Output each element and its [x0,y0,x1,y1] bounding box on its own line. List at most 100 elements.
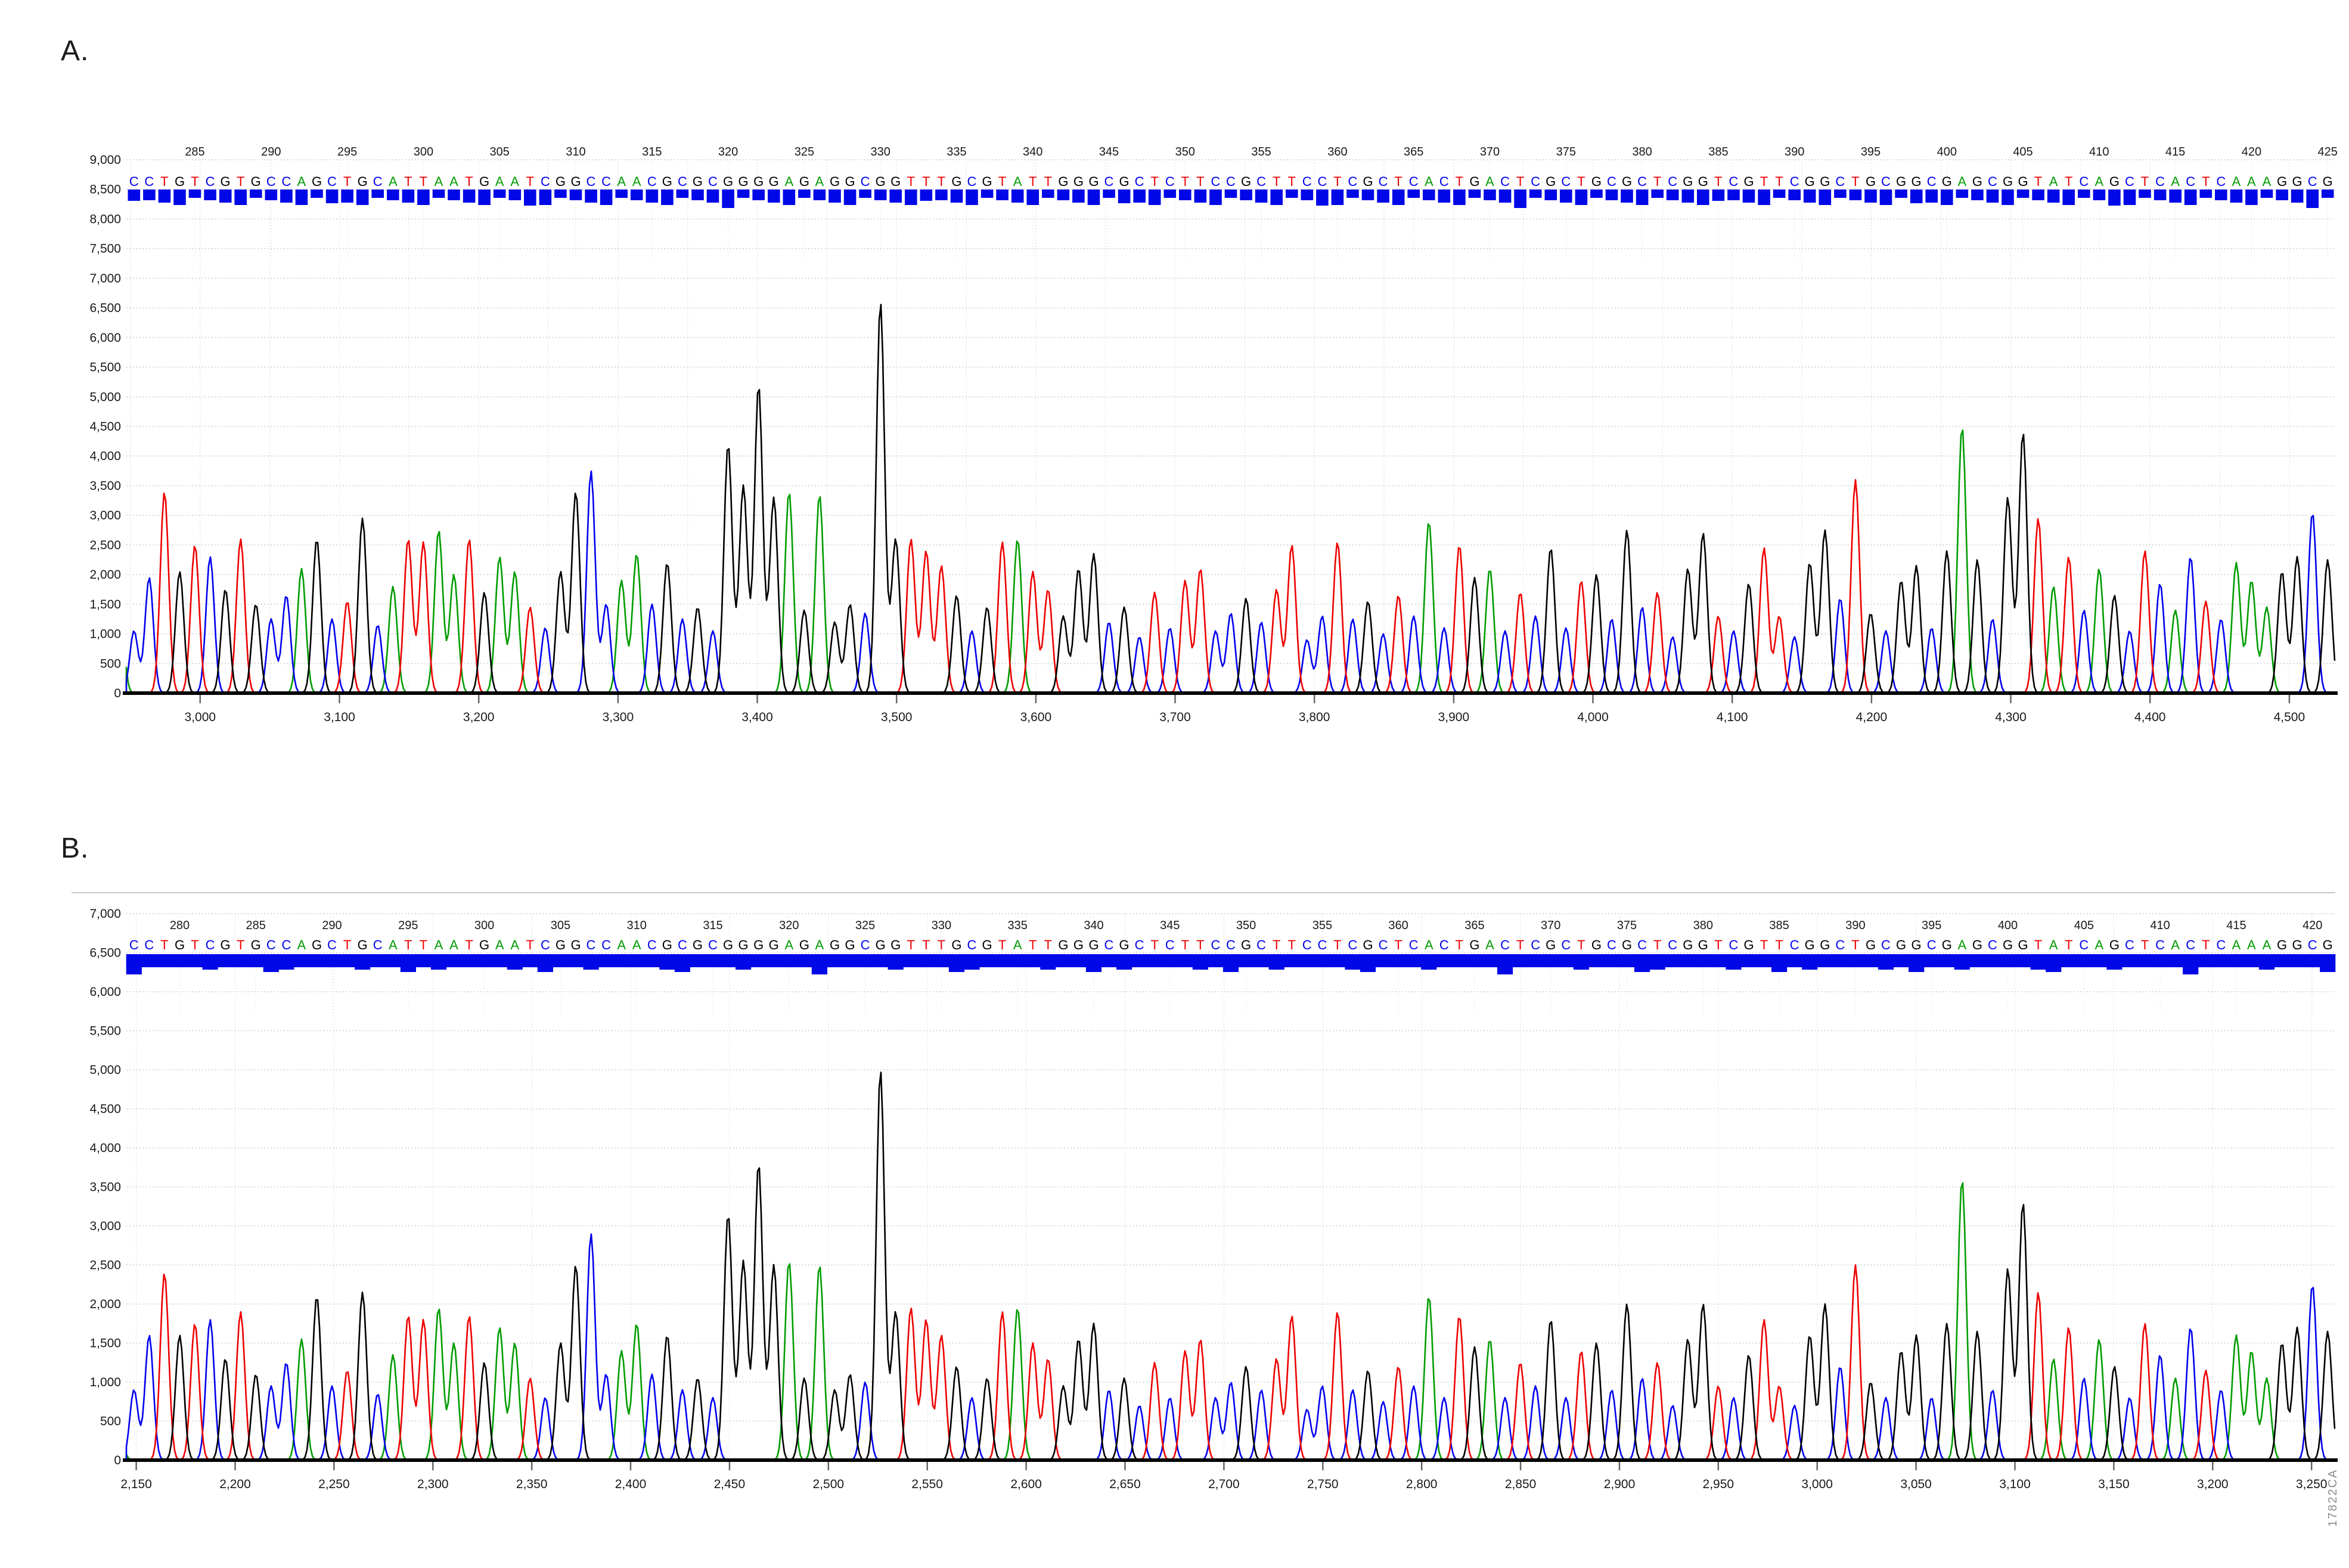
quality-bar [2032,190,2044,200]
quality-bar [600,190,613,205]
y-tick-label: 0 [114,1454,121,1467]
quality-bar [1253,954,1269,967]
base-call-letter: C [708,174,718,189]
quality-bar [1118,190,1131,203]
quality-bar [631,190,643,200]
base-call-letter: G [1622,174,1632,189]
base-call-letter: T [1577,174,1585,189]
base-call-letter: C [861,937,870,952]
x-tick-label: 2,750 [1307,1477,1339,1491]
quality-bar [1727,190,1740,200]
ruler-label: 325 [795,145,814,159]
quality-bar [1451,954,1467,967]
quality-bar [1543,954,1559,967]
base-call-letter: T [237,937,244,952]
base-call-letter: G [982,174,992,189]
ruler-label: 420 [2242,145,2261,159]
base-call-letter: C [1165,937,1175,952]
quality-bar [1621,190,1633,203]
base-call-letter: T [1150,937,1158,952]
quality-bar [1376,954,1391,967]
quality-bar [1208,954,1223,967]
quality-bar [1588,954,1604,967]
quality-bar [1834,190,1847,198]
base-call-letter: A [2171,174,2180,189]
quality-bar [1985,954,2000,967]
base-call-letter: A [1013,174,1022,189]
base-call-letter: G [358,937,368,952]
quality-bar [522,954,538,967]
y-tick-label: 5,000 [89,1063,121,1077]
quality-bar [204,190,216,200]
quality-bar [248,954,263,967]
ruler-label: 305 [490,145,510,159]
base-call-letter: T [1287,174,1295,189]
y-tick-label: 3,000 [89,1219,121,1233]
x-axis-baseline [123,691,2338,695]
ruler-label: 360 [1388,919,1408,932]
quality-bar [1634,954,1650,972]
quality-bar [2289,954,2305,967]
base-call-letter: G [570,937,581,952]
quality-bar [128,190,141,201]
quality-bar [2106,954,2122,970]
quality-bar [1436,954,1452,967]
quality-bar [766,954,781,967]
base-call-letter: G [1363,174,1373,189]
quality-bar [1817,954,1833,967]
quality-bar [2076,954,2092,967]
x-tick-label: 3,100 [324,710,355,724]
base-call-letter: C [1561,174,1571,189]
quality-bar [966,190,978,205]
base-call-letter: T [237,174,244,189]
base-call-letter: C [1668,174,1677,189]
base-call-letter: C [601,174,611,189]
base-call-letter: G [845,174,855,189]
base-call-letter: T [1653,174,1661,189]
base-call-letter: A [632,937,641,952]
base-call-letter: A [2247,937,2256,952]
quality-bar [1467,954,1482,967]
quality-bar [1101,954,1117,967]
base-call-letter: T [1273,937,1280,952]
panel-b: 05001,0001,5002,0002,5003,0003,5004,0004… [72,893,2338,1491]
quality-bar [1284,954,1299,967]
y-tick-label: 7,000 [89,272,121,285]
base-call-letter: T [2202,174,2210,189]
y-tick-label: 3,500 [89,479,121,493]
quality-bar [2261,190,2273,198]
y-tick-label: 7,000 [89,907,121,921]
ruler-label: 370 [1480,145,1500,159]
base-call-letter: C [1835,937,1845,952]
quality-bar [1027,190,1039,205]
quality-bar [828,190,841,203]
y-tick-label: 5,500 [89,361,121,374]
ruler-label: 385 [1708,145,1728,159]
base-call-letter: G [175,174,185,189]
base-call-letter: A [1425,174,1433,189]
base-call-letter: G [175,937,185,952]
quality-bar [446,954,461,967]
base-call-letter: T [404,174,412,189]
quality-bar [1802,954,1817,970]
quality-bar [705,954,721,967]
ruler-label: 340 [1084,919,1103,932]
base-call-letter: T [2141,174,2149,189]
x-tick-label: 3,600 [1020,710,1052,724]
base-call-letter: C [266,937,276,952]
base-call-letter: A [784,937,793,952]
ruler-label: 280 [170,919,190,932]
ruler-label: 420 [2303,919,2322,932]
quality-bar [356,190,369,205]
quality-bar [189,190,201,198]
quality-bar [1162,954,1178,967]
quality-bar [844,190,857,205]
base-call-letter: T [526,174,534,189]
ruler-label: 310 [566,145,585,159]
base-call-letter: C [1348,937,1358,952]
quality-bar [1070,954,1086,967]
base-call-letter: C [1637,937,1647,952]
quality-bar [1330,954,1345,967]
quality-bar [1788,190,1801,200]
quality-bar [933,954,949,967]
